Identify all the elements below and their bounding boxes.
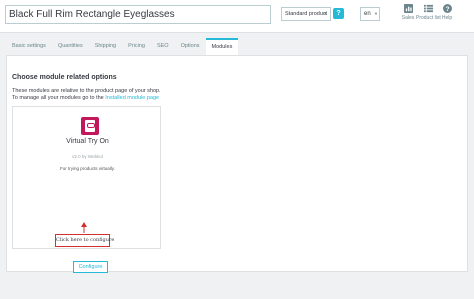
list-icon	[423, 4, 433, 13]
svg-text:?: ?	[445, 6, 449, 13]
product-header: Black Full Rim Rectangle Eyeglasses Stan…	[0, 0, 474, 33]
installed-module-page-link[interactable]: Installed module page	[105, 95, 159, 101]
panel-description-line: These modules are relative to the produc…	[12, 88, 161, 94]
module-logo-icon	[81, 117, 99, 135]
help-icon: ?	[442, 4, 452, 13]
tab-shipping[interactable]: Shipping	[89, 38, 122, 55]
product-list-button[interactable]: Product list	[416, 4, 441, 24]
chevron-down-icon: ▼	[374, 11, 378, 16]
panel-description: These modules are relative to the produc…	[12, 88, 161, 102]
panel-description-prefix: To manage all your modules go to the	[12, 95, 104, 101]
help-button[interactable]: ? Help	[440, 4, 454, 24]
module-name: Virtual Try On	[66, 138, 109, 145]
module-description: For trying products virtually.	[60, 166, 115, 171]
annotation-callout: Click here to configure	[55, 234, 114, 247]
language-value: en	[364, 11, 371, 17]
help-label: Help	[441, 15, 453, 21]
panel-description-line: To manage all your modules go to the Ins…	[12, 95, 161, 102]
product-tabs: Basic settings Quantities Shipping Prici…	[6, 38, 468, 55]
tab-quantities[interactable]: Quantities	[52, 38, 89, 55]
chevron-down-icon: ▼	[323, 11, 328, 17]
panel-title: Choose module related options	[12, 74, 117, 81]
product-list-label: Product list	[416, 15, 441, 21]
tab-options[interactable]: Options	[175, 38, 206, 55]
bar-chart-icon	[403, 4, 413, 13]
tab-pricing[interactable]: Pricing	[122, 38, 151, 55]
tab-seo[interactable]: SEO	[151, 38, 175, 55]
product-name-input[interactable]: Black Full Rim Rectangle Eyeglasses	[5, 5, 271, 24]
sales-label: Sales	[401, 15, 415, 21]
product-type-value: Standard product	[285, 11, 328, 17]
language-select[interactable]: en ▼	[360, 7, 380, 21]
help-icon[interactable]: ?	[333, 8, 344, 19]
product-type-select[interactable]: Standard product ▼	[281, 7, 331, 21]
configure-button[interactable]: Configure	[73, 261, 108, 273]
sales-button[interactable]: Sales	[400, 4, 416, 24]
tab-modules[interactable]: Modules	[205, 38, 239, 55]
module-card: Virtual Try On v2.0 by Webkul For trying…	[12, 106, 161, 273]
tab-basic-settings[interactable]: Basic settings	[6, 38, 52, 55]
module-version: v2.0 by Webkul	[72, 154, 103, 159]
